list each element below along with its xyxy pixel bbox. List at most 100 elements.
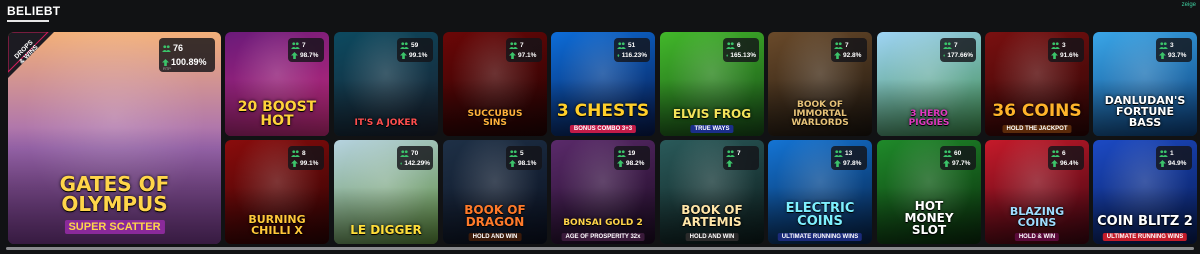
game-title: 3 Hero Piggies [908, 109, 950, 128]
rtp-value: 93.7% [1168, 51, 1187, 59]
rtp-up-icon [400, 161, 403, 165]
game-subtitle: HOLD THE JACKPOT [1002, 125, 1072, 133]
rtp-up-icon [291, 159, 298, 167]
player-count: 7 [954, 41, 958, 49]
game-tile[interactable]: 7 97.1% Succubus Sins [443, 32, 547, 136]
game-subtitle: HOLD AND WIN [468, 233, 522, 241]
game-tile[interactable]: 60 97.7% Hot Money Slot [877, 140, 981, 244]
game-subtitle: AGE OF PROSPERITY 32x [561, 233, 645, 241]
game-title: Elvis Frog [672, 107, 752, 121]
rtp-up-icon [291, 51, 298, 59]
player-count: 6 [1062, 149, 1066, 157]
show-all-link[interactable]: zeige [1182, 2, 1196, 8]
rtp-value: 99.1% [409, 51, 428, 59]
rtp-label: RTP [163, 66, 171, 71]
rtp-value: 92.8% [843, 51, 862, 59]
game-tile[interactable]: 7 177.66% 3 Hero Piggies [877, 32, 981, 136]
rtp-up-icon [726, 159, 733, 167]
game-title: It's a Joker [354, 118, 418, 128]
players-icon [400, 41, 409, 49]
players-icon [291, 149, 300, 157]
rtp-value: 98.7% [300, 51, 319, 59]
game-stats: 7 97.1% [506, 38, 542, 62]
rtp-up-icon [834, 51, 841, 59]
game-title: Le Digger [350, 223, 422, 237]
rtp-up-icon [726, 53, 729, 57]
players-icon [509, 149, 518, 157]
game-tile[interactable]: 13 97.8% Electric Coins ULTIMATE RUNNING WI… [768, 140, 872, 244]
players-icon [509, 41, 518, 49]
game-stats: 6 165.13% [723, 38, 759, 62]
game-tile[interactable]: 7 98.7% 20 Boost Hot [225, 32, 329, 136]
players-icon [291, 41, 300, 49]
game-stats: 3 93.7% [1156, 38, 1192, 62]
players-icon [943, 149, 952, 157]
rtp-up-icon [509, 51, 516, 59]
rtp-value: 177.66% [947, 51, 973, 59]
game-title: Danludan's Fortune Bass [1104, 94, 1186, 129]
game-tile[interactable]: 6 96.4% Blazing Coins HOLD & WIN [985, 140, 1089, 244]
rtp-value: 142.29% [404, 159, 430, 167]
game-stats: 51 116.23% [614, 38, 650, 62]
players-icon [726, 149, 735, 157]
section-title-underline [7, 20, 49, 22]
game-tile-featured[interactable]: DROPS & WINS 76 100.89% RTP Gates of Oly… [8, 32, 221, 244]
game-subtitle: HOLD AND WIN [685, 233, 739, 241]
game-stats: 5 98.1% [506, 146, 542, 170]
players-icon [617, 149, 626, 157]
game-title: 36 Coins [992, 101, 1082, 121]
game-tile[interactable]: 59 99.1% It's a Joker [334, 32, 438, 136]
game-tile[interactable]: 7 Book of Artemis HOLD AND WIN [660, 140, 764, 244]
players-icon [1159, 149, 1168, 157]
game-title: Electric Coins [785, 201, 855, 229]
rtp-up-icon [834, 159, 841, 167]
player-count: 5 [520, 149, 524, 157]
player-count: 8 [302, 149, 306, 157]
game-subtitle: ULTIMATE RUNNING WINS [777, 233, 863, 241]
rtp-value: 97.1% [518, 51, 537, 59]
game-title: Book of Immortal Warlords [791, 100, 849, 128]
game-title: Succubus Sins [467, 109, 523, 128]
player-count: 60 [954, 149, 962, 157]
section-title: BELIEBT [7, 4, 61, 18]
player-count: 7 [845, 41, 849, 49]
game-title: Hot Money Slot [904, 199, 954, 237]
game-title: 3 Chests [556, 101, 650, 121]
player-count: 19 [628, 149, 636, 157]
game-title: Blazing Coins [1009, 205, 1065, 229]
player-count: 3 [1062, 41, 1066, 49]
game-tile[interactable]: 19 98.2% Bonsai Gold 2 AGE OF PROSPERITY 32… [551, 140, 655, 244]
drops-wins-badge: DROPS & WINS [8, 32, 54, 78]
game-title: Bonsai Gold 2 [563, 218, 643, 228]
game-stats: 7 [723, 146, 759, 170]
game-tile[interactable]: 6 165.13% Elvis Frog TRUE WAYS [660, 32, 764, 136]
game-title: Coin Blitz 2 [1097, 214, 1193, 229]
game-tile[interactable]: 1 94.9% Coin Blitz 2 ULTIMATE RUNNING WINS [1093, 140, 1197, 244]
game-tile[interactable]: 70 142.29% Le Digger [334, 140, 438, 244]
rtp-value: 96.4% [1060, 159, 1079, 167]
game-tile[interactable]: 8 99.1% Burning Chilli X [225, 140, 329, 244]
game-tile[interactable]: 3 91.6% 36 Coins HOLD THE JACKPOT [985, 32, 1089, 136]
game-title: Gates of Olympus [59, 172, 170, 216]
players-icon [1159, 41, 1168, 49]
game-grid: DROPS & WINS 76 100.89% RTP Gates of Oly… [8, 32, 1197, 244]
rtp-value: 91.6% [1060, 51, 1079, 59]
players-icon [617, 41, 626, 49]
rtp-up-icon [1051, 159, 1058, 167]
rtp-value: 98.1% [518, 159, 537, 167]
player-count: 59 [411, 41, 419, 49]
players-icon [162, 44, 171, 52]
game-stats: 6 96.4% [1048, 146, 1084, 170]
rtp-up-icon [943, 53, 946, 57]
player-count: 6 [737, 41, 741, 49]
horizontal-scrollbar-thumb[interactable] [6, 247, 1194, 250]
game-stats: 13 97.8% [831, 146, 867, 170]
rtp-up-icon [509, 159, 516, 167]
game-stats: 7 92.8% [831, 38, 867, 62]
game-tile[interactable]: 7 92.8% Book of Immortal Warlords [768, 32, 872, 136]
game-tile[interactable]: 3 93.7% Danludan's Fortune Bass [1093, 32, 1197, 136]
game-title: Burning Chilli X [248, 213, 306, 237]
game-tile[interactable]: 51 116.23% 3 Chests BONUS COMBO 3+3 [551, 32, 655, 136]
players-icon [400, 149, 409, 157]
game-tile[interactable]: 5 98.1% Book of Dragon HOLD AND WIN [443, 140, 547, 244]
